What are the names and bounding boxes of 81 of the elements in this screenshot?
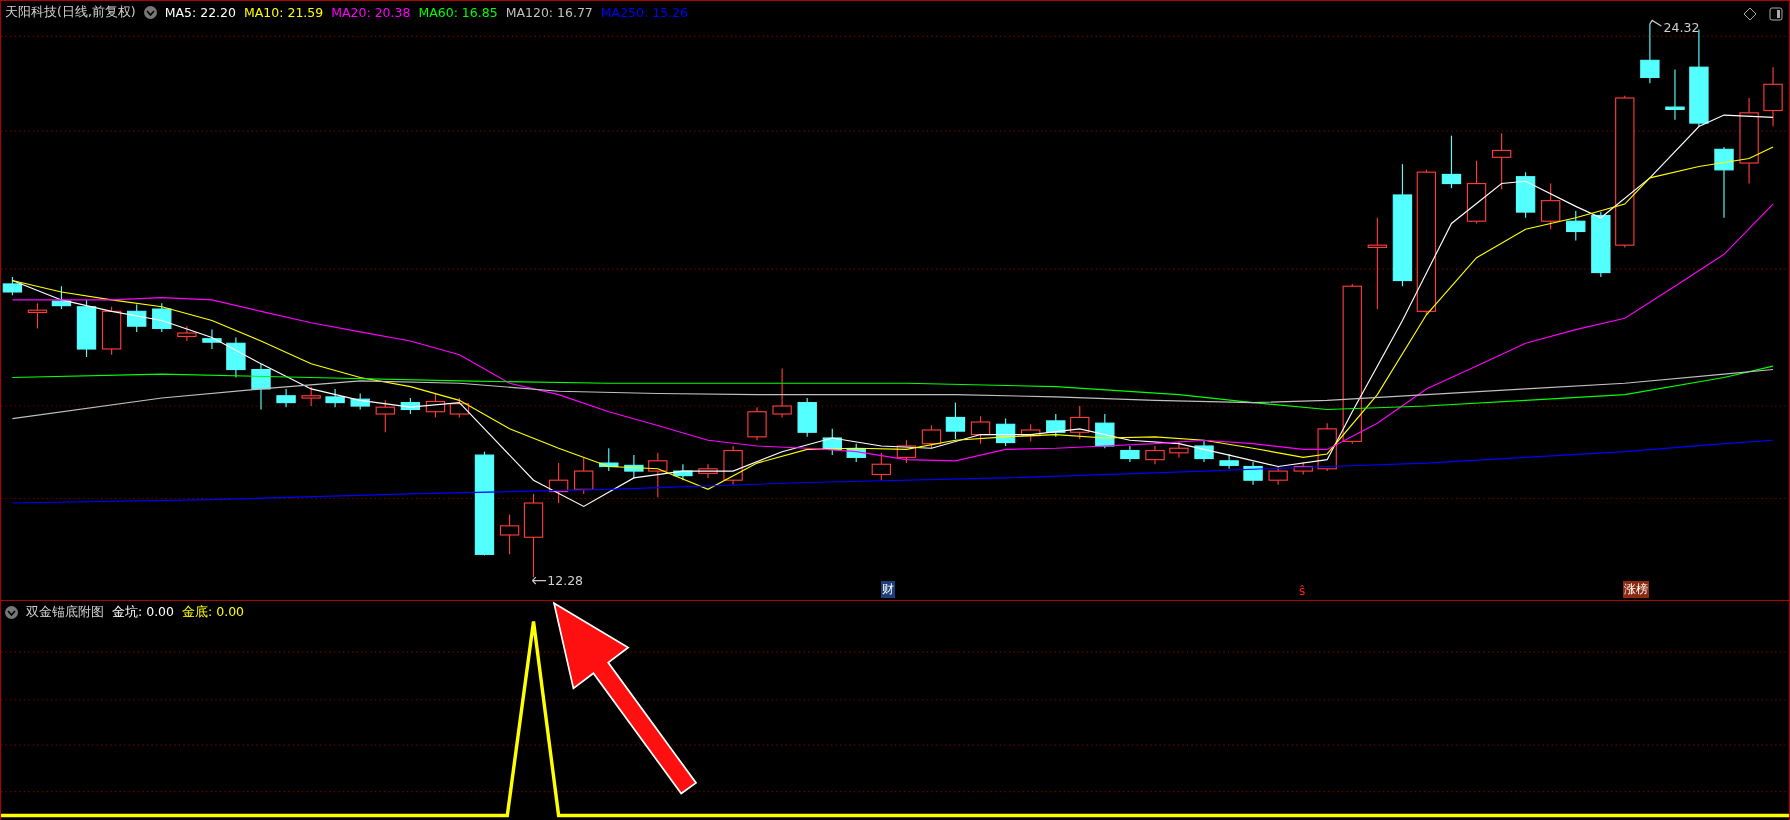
candlestick (747, 406, 767, 441)
indicator-value: MA60: 16.85 (418, 5, 498, 20)
candlestick (1515, 171, 1536, 219)
candlestick (1665, 68, 1685, 121)
candlestick (499, 513, 520, 555)
candlestick (1095, 413, 1115, 449)
candlestick (970, 415, 991, 445)
candlestick (1145, 445, 1165, 465)
candlestick (1763, 66, 1783, 128)
candlestick (1070, 405, 1090, 440)
event-marker[interactable]: ŝ (1298, 584, 1307, 598)
candlestick (400, 397, 421, 415)
candlestick (1268, 465, 1288, 486)
candlestick (375, 399, 395, 433)
candlestick (276, 388, 296, 408)
indicator-value: 金坑: 0.00 (112, 604, 175, 621)
leader-line (1649, 19, 1662, 27)
indicator-value: MA20: 20.38 (331, 5, 411, 20)
candlestick (1441, 135, 1462, 189)
candlestick (995, 418, 1016, 447)
candlestick (350, 392, 370, 411)
candlestick (251, 363, 271, 411)
high-price-label: 24.32 (1663, 19, 1700, 35)
candlestick (177, 325, 197, 342)
indicator-value: MA5: 22.20 (164, 5, 236, 20)
candlestick (797, 397, 817, 438)
candlestick (1293, 461, 1313, 476)
candlestick (152, 302, 172, 333)
candlestick (101, 306, 122, 356)
candlestick (226, 337, 246, 379)
candlestick (1541, 183, 1561, 230)
candlestick (945, 402, 966, 440)
candlestick (1640, 23, 1660, 84)
candlestick (772, 367, 792, 418)
candlestick (1194, 439, 1214, 463)
candlestick (1491, 132, 1512, 190)
diamond-icon[interactable] (1743, 7, 1757, 21)
candlestick (921, 424, 942, 449)
candlestick (449, 397, 470, 418)
indicator-value: MA120: 16.77 (505, 5, 593, 20)
candlestick (846, 443, 866, 463)
candlestick (76, 299, 97, 358)
collapse-toggle-icon[interactable] (5, 606, 18, 619)
panel-toggle-icon[interactable] (1769, 7, 1783, 21)
candlestick (822, 428, 842, 456)
candlestick (1021, 423, 1041, 442)
event-marker[interactable]: 财 (881, 581, 895, 598)
candlestick (548, 462, 569, 504)
chart-title: 双金锚底附图 (26, 604, 104, 621)
indicator-value: 金底: 0.00 (182, 604, 245, 621)
candlestick (27, 302, 48, 329)
candlestick (1566, 210, 1586, 242)
candlestick (1120, 445, 1140, 463)
candlestick (624, 454, 644, 479)
candlestick (1219, 453, 1239, 470)
candlestick (698, 463, 718, 479)
candlestick (1591, 211, 1611, 278)
candlestick (425, 392, 446, 418)
collapse-toggle-icon[interactable] (143, 6, 157, 19)
low-price-label: 12.28 (547, 573, 584, 589)
candlestick (2, 276, 23, 296)
candlestick (896, 439, 917, 464)
candlestick (1466, 160, 1487, 225)
indicator-value: MA250: 15.26 (600, 5, 688, 20)
candlestick (202, 329, 222, 350)
candlestick (127, 303, 147, 333)
candlestick (599, 447, 619, 472)
candlestick (648, 452, 668, 498)
candlestick (325, 388, 345, 408)
candlestick (51, 285, 72, 310)
candlestick (1046, 413, 1066, 438)
candlestick (871, 452, 891, 481)
candlestick (673, 463, 693, 481)
event-marker[interactable]: 涨榜 (1623, 581, 1649, 598)
candlestick (723, 445, 743, 486)
chart-title: 天阳科技(日线,前复权) (5, 4, 136, 21)
candlestick (1243, 461, 1263, 486)
leader-line (531, 576, 547, 585)
candlestick (301, 386, 321, 407)
candlestick (574, 456, 594, 495)
indicator-value: MA10: 21.59 (244, 5, 324, 20)
